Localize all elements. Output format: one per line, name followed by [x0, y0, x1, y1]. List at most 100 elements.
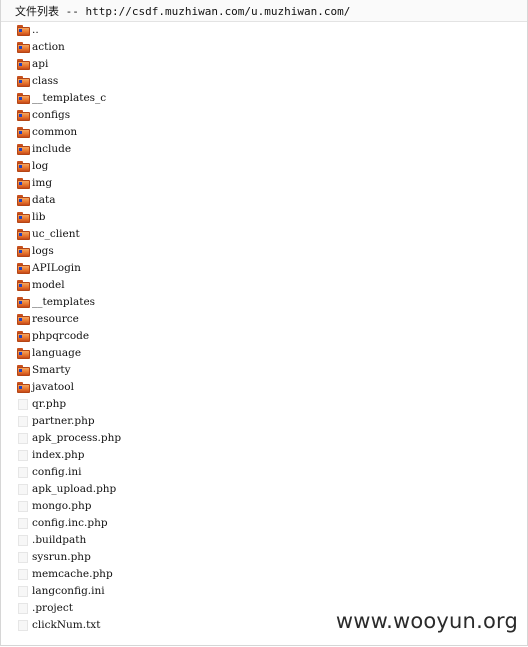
entry-name[interactable]: apk_upload.php — [32, 481, 116, 498]
folder-icon — [17, 382, 30, 393]
entry-name[interactable]: langconfig.ini — [32, 583, 105, 600]
entry-name[interactable]: class — [32, 73, 58, 90]
entry-name[interactable]: memcache.php — [32, 566, 113, 583]
entry-name[interactable]: uc_client — [32, 226, 80, 243]
file-row[interactable]: index.php — [1, 447, 527, 464]
file-row[interactable]: mongo.php — [1, 498, 527, 515]
folder-row[interactable]: model — [1, 277, 527, 294]
folder-icon-mark — [19, 63, 22, 66]
folder-icon — [17, 229, 30, 240]
folder-icon-mark — [19, 233, 22, 236]
entry-name[interactable]: configs — [32, 107, 70, 124]
file-row[interactable]: apk_process.php — [1, 430, 527, 447]
folder-icon — [17, 25, 30, 36]
folder-row[interactable]: img — [1, 175, 527, 192]
folder-icon-mark — [19, 250, 22, 253]
folder-row[interactable]: configs — [1, 107, 527, 124]
folder-row[interactable]: Smarty — [1, 362, 527, 379]
file-icon — [17, 484, 30, 495]
folder-icon-mark — [19, 97, 22, 100]
entry-name[interactable]: __templates — [32, 294, 95, 311]
folder-icon-mark — [19, 386, 22, 389]
entry-name[interactable]: qr.php — [32, 396, 66, 413]
entry-name[interactable]: common — [32, 124, 77, 141]
entry-name[interactable]: sysrun.php — [32, 549, 91, 566]
folder-icon-mark — [19, 301, 22, 304]
entry-name[interactable]: img — [32, 175, 52, 192]
folder-icon — [17, 178, 30, 189]
folder-row[interactable]: include — [1, 141, 527, 158]
folder-icon — [17, 263, 30, 274]
entry-name[interactable]: lib — [32, 209, 45, 226]
file-icon — [17, 586, 30, 597]
folder-icon-mark — [19, 369, 22, 372]
entry-name[interactable]: partner.php — [32, 413, 95, 430]
folder-row[interactable]: resource — [1, 311, 527, 328]
entry-name[interactable]: javatool — [32, 379, 74, 396]
folder-row[interactable]: language — [1, 345, 527, 362]
file-row[interactable]: langconfig.ini — [1, 583, 527, 600]
entry-name[interactable]: .project — [32, 600, 73, 617]
entry-name[interactable]: clickNum.txt — [32, 617, 100, 634]
entry-name[interactable]: config.ini — [32, 464, 82, 481]
folder-icon-mark — [19, 284, 22, 287]
file-icon — [17, 450, 30, 461]
entry-name[interactable]: api — [32, 56, 48, 73]
folder-row[interactable]: common — [1, 124, 527, 141]
entry-name[interactable]: data — [32, 192, 55, 209]
entry-name[interactable]: include — [32, 141, 71, 158]
entry-name[interactable]: action — [32, 39, 65, 56]
folder-row[interactable]: __templates_c — [1, 90, 527, 107]
folder-icon-mark — [19, 216, 22, 219]
folder-row[interactable]: javatool — [1, 379, 527, 396]
folder-row[interactable]: lib — [1, 209, 527, 226]
folder-row[interactable]: .. — [1, 22, 527, 39]
folder-icon-mark — [19, 335, 22, 338]
folder-icon — [17, 161, 30, 172]
file-row[interactable]: sysrun.php — [1, 549, 527, 566]
folder-row[interactable]: action — [1, 39, 527, 56]
folder-row[interactable]: data — [1, 192, 527, 209]
folder-row[interactable]: logs — [1, 243, 527, 260]
entry-name[interactable]: mongo.php — [32, 498, 91, 515]
file-row[interactable]: .buildpath — [1, 532, 527, 549]
file-list-header: 文件列表 -- http://csdf.muzhiwan.com/u.muzhi… — [1, 0, 527, 22]
entry-name[interactable]: index.php — [32, 447, 85, 464]
folder-row[interactable]: api — [1, 56, 527, 73]
entry-name[interactable]: logs — [32, 243, 54, 260]
folder-icon-mark — [19, 267, 22, 270]
folder-row[interactable]: __templates — [1, 294, 527, 311]
file-icon — [17, 416, 30, 427]
entry-name[interactable]: APILogin — [32, 260, 81, 277]
folder-icon — [17, 127, 30, 138]
entry-name[interactable]: config.inc.php — [32, 515, 108, 532]
file-row[interactable]: memcache.php — [1, 566, 527, 583]
entry-name[interactable]: language — [32, 345, 81, 362]
file-row[interactable]: qr.php — [1, 396, 527, 413]
folder-row[interactable]: class — [1, 73, 527, 90]
entry-name[interactable]: resource — [32, 311, 79, 328]
folder-icon — [17, 59, 30, 70]
file-row[interactable]: apk_upload.php — [1, 481, 527, 498]
folder-icon — [17, 93, 30, 104]
entry-name[interactable]: .buildpath — [32, 532, 86, 549]
entry-name[interactable]: log — [32, 158, 48, 175]
folder-icon — [17, 195, 30, 206]
file-row[interactable]: config.inc.php — [1, 515, 527, 532]
folder-row[interactable]: phpqrcode — [1, 328, 527, 345]
file-row[interactable]: partner.php — [1, 413, 527, 430]
folder-icon — [17, 76, 30, 87]
entry-name[interactable]: Smarty — [32, 362, 71, 379]
folder-icon-mark — [19, 46, 22, 49]
entry-name[interactable]: .. — [32, 22, 39, 39]
folder-icon-mark — [19, 114, 22, 117]
entry-name[interactable]: apk_process.php — [32, 430, 121, 447]
folder-row[interactable]: log — [1, 158, 527, 175]
entry-name[interactable]: phpqrcode — [32, 328, 89, 345]
folder-icon-mark — [19, 352, 22, 355]
folder-row[interactable]: APILogin — [1, 260, 527, 277]
file-row[interactable]: config.ini — [1, 464, 527, 481]
entry-name[interactable]: model — [32, 277, 65, 294]
entry-name[interactable]: __templates_c — [32, 90, 106, 107]
folder-row[interactable]: uc_client — [1, 226, 527, 243]
